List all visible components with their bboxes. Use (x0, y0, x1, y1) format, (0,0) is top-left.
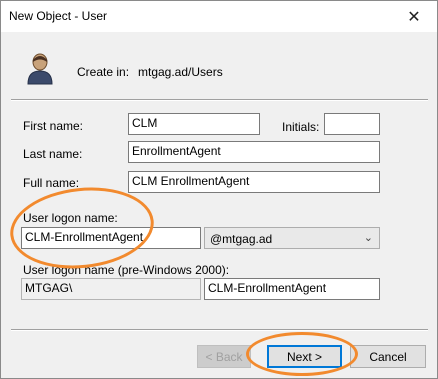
new-user-dialog: New Object - User ✕ Create in: mtgag.ad/… (0, 0, 438, 379)
pre2000-domain-field: MTGAG\ (21, 278, 201, 300)
separator-bottom (11, 329, 428, 331)
close-button[interactable]: ✕ (391, 1, 437, 32)
separator-top (11, 99, 428, 101)
pre2000-label: User logon name (pre-Windows 2000): (23, 263, 230, 277)
logon-name-field[interactable]: CLM-EnrollmentAgent (21, 227, 201, 249)
first-name-label: First name: (23, 119, 84, 133)
pre2000-name-field[interactable]: CLM-EnrollmentAgent (204, 278, 380, 300)
create-in-label: Create in: (77, 65, 130, 79)
logon-name-label: User logon name: (23, 211, 118, 225)
close-icon: ✕ (407, 8, 421, 26)
cancel-button[interactable]: Cancel (350, 345, 426, 368)
create-in-path: mtgag.ad/Users (138, 65, 223, 79)
user-icon (27, 53, 53, 85)
initials-label: Initials: (282, 120, 320, 134)
first-name-field[interactable]: CLM (128, 113, 260, 135)
last-name-field[interactable]: EnrollmentAgent (128, 141, 380, 163)
cancel-button-label: Cancel (369, 349, 407, 364)
title-bar: New Object - User ✕ (1, 1, 437, 32)
full-name-label: Full name: (23, 176, 80, 190)
back-button-label: < Back (205, 349, 243, 364)
initials-field[interactable] (324, 113, 380, 135)
back-button[interactable]: < Back (197, 345, 251, 368)
next-button-label: Next > (286, 349, 322, 364)
next-button[interactable]: Next > (267, 345, 342, 368)
last-name-label: Last name: (23, 147, 83, 161)
full-name-field[interactable]: CLM EnrollmentAgent (128, 171, 380, 193)
domain-value: @mtgag.ad (210, 232, 273, 246)
chevron-down-icon: ⌄ (363, 232, 373, 244)
domain-select[interactable]: @mtgag.ad ⌄ (204, 227, 380, 249)
window-title: New Object - User (9, 9, 108, 23)
